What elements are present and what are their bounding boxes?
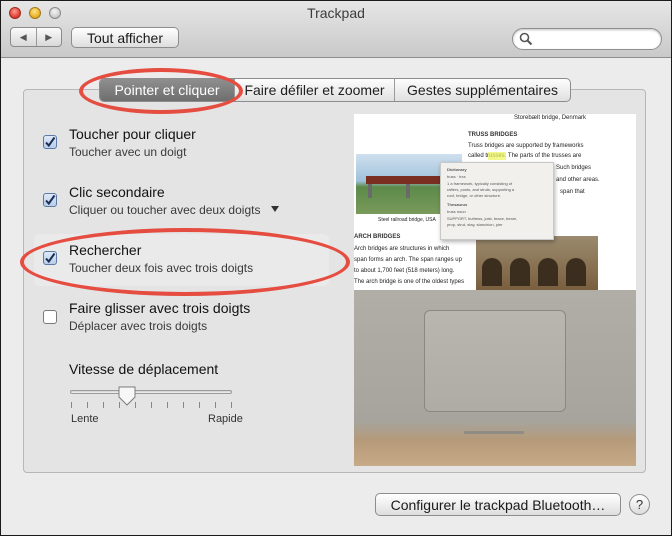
preview-document: Storebælt bridge, Denmark Steel railroad… [354,114,636,290]
back-forward-control: ◀ ▶ [10,27,62,47]
arch-heading: ARCH BRIDGES [354,234,401,240]
dropdown-arrow-icon[interactable] [271,206,279,212]
doc-line: span that [560,189,585,195]
back-button[interactable]: ◀ [11,28,37,46]
slider-max-label: Rapide [208,413,243,425]
checkmark-icon [45,252,56,264]
slider-min-label: Lente [71,413,99,425]
popup-line: prop, strut, stay, stanchion, pier [447,222,503,227]
slider-ticks [71,402,233,408]
popup-line: truss · trʌs [447,174,466,179]
lookup-checkbox[interactable] [43,251,57,265]
option-subtitle: Cliquer ou toucher avec deux doigts [69,203,261,217]
doc-line: span forms an arch. The span ranges up [354,257,462,263]
tab-bar: Pointer et cliquer Faire défiler et zoom… [99,78,571,102]
show-all-button[interactable]: Tout afficher [71,27,179,48]
tap-to-click-checkbox[interactable] [43,135,57,149]
tracking-speed-label: Vitesse de déplacement [69,361,219,377]
option-subtitle: Toucher avec un doigt [69,145,187,159]
help-button[interactable]: ? [629,494,650,515]
gesture-preview: Storebælt bridge, Denmark Steel railroad… [354,114,636,466]
option-subtitle: Toucher deux fois avec trois doigts [69,261,254,275]
popup-line: Thesaurus [447,202,468,207]
search-icon [519,32,533,46]
tab-pointer-click[interactable]: Pointer et cliquer [100,79,234,101]
doc-line: Such bridges [556,165,592,171]
option-title: Clic secondaire [69,184,165,200]
preview-trackpad-surface [354,290,636,466]
three-finger-drag-checkbox[interactable] [43,310,57,324]
popup-line: truss noun [447,209,466,214]
secondary-click-checkbox[interactable] [43,193,57,207]
forward-button[interactable]: ▶ [37,28,62,46]
trackpad-illustration [424,310,566,412]
tab-more-gestures[interactable]: Gestes supplémentaires [394,79,570,101]
title-bar: Trackpad ◀ ▶ Tout afficher [1,1,671,58]
popup-line: roof, bridge, or other structure. [447,193,502,198]
checkmark-icon [45,194,56,206]
tracking-speed-slider-thumb[interactable] [117,386,137,406]
option-subtitle: Déplacer avec trois doigts [69,319,208,333]
doc-line: Truss bridges are supported by framework… [468,143,584,149]
option-title: Rechercher [69,242,142,258]
tracking-speed-slider-track[interactable] [70,390,232,394]
doc-line: The arch bridge is one of the oldest typ… [354,279,465,285]
tab-scroll-zoom[interactable]: Faire défiler et zoomer [234,79,394,101]
doc-header: Storebælt bridge, Denmark [514,115,587,121]
window-title: Trackpad [307,5,365,21]
photo-caption: Steel railroad bridge, USA [378,217,436,223]
search-field[interactable] [512,28,662,50]
doc-line: and other areas. [556,177,600,183]
selected-word-highlight [488,152,506,160]
configure-bluetooth-trackpad-button[interactable]: Configurer le trackpad Bluetooth… [375,493,621,516]
option-title: Toucher pour cliquer [69,126,196,142]
doc-line: to about 1,700 feet (518 meters) long. [354,268,455,274]
popup-line: Dictionary [447,167,467,172]
checkmark-icon [45,136,56,148]
arch-bridge-photo [476,236,598,290]
option-title: Faire glisser avec trois doigts [69,300,251,316]
dictionary-popup: Dictionary truss · trʌs 1 a framework, t… [440,162,554,240]
trackpad-preferences-window: Trackpad ◀ ▶ Tout afficher Pointer et cl… [0,0,672,536]
truss-heading: TRUSS BRIDGES [468,132,518,138]
doc-line: called trusses. The parts of the trusses… [468,153,582,159]
doc-line: Arch bridges are structures in which [354,246,450,252]
